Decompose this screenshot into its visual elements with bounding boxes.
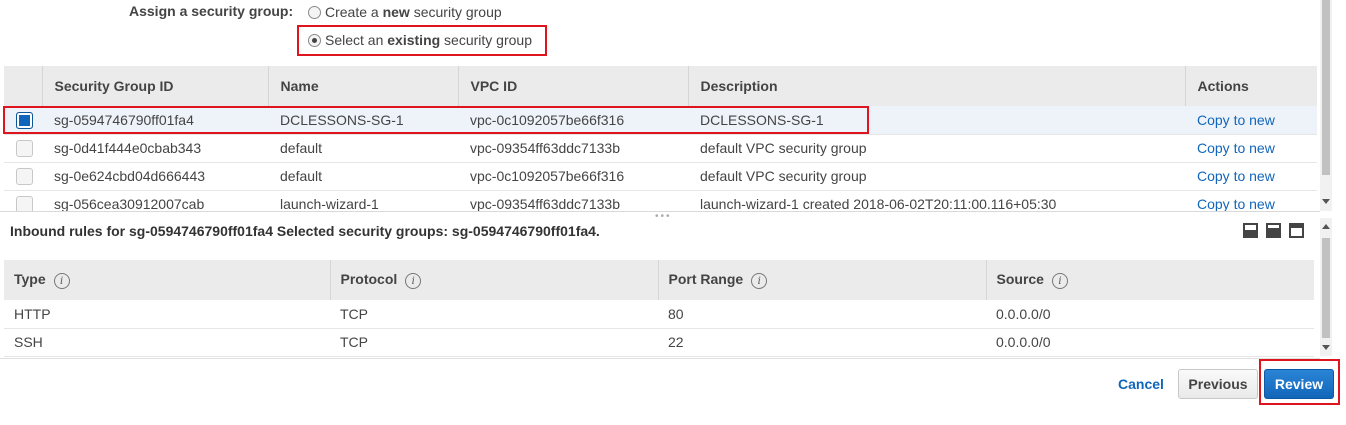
scroll-down-arrow-icon[interactable] — [1322, 199, 1330, 204]
row-checkbox[interactable] — [16, 139, 33, 157]
assign-security-group-label: Assign a security group: — [129, 3, 294, 19]
radio-select-existing-security-group[interactable]: Select an existing security group — [308, 32, 532, 48]
scroll-up-arrow-icon[interactable] — [1322, 224, 1330, 229]
panel-maximize-icon[interactable] — [1289, 223, 1304, 238]
table-row[interactable]: sg-0e624cbd04d666443 default vpc-0c10920… — [4, 162, 1317, 191]
column-header-description[interactable]: Description — [688, 66, 1186, 106]
radio-label-post: security group — [409, 4, 502, 20]
security-group-id-cell: sg-0d41f444e0cbab343 — [42, 134, 268, 163]
source-cell: 0.0.0.0/0 — [986, 300, 1314, 329]
source-cell: 0.0.0.0/0 — [986, 328, 1314, 357]
inbound-rules-table: Type i Protocol i Port Range i Source i HTTP… — [4, 260, 1314, 357]
review-button[interactable]: Review — [1264, 369, 1334, 399]
radio-label-bold: existing — [387, 32, 441, 48]
cancel-link[interactable]: Cancel — [1118, 376, 1164, 392]
column-header-name[interactable]: Name — [268, 66, 459, 106]
info-icon[interactable]: i — [405, 273, 422, 290]
table-row[interactable]: sg-056cea30912007cab launch-wizard-1 vpc… — [4, 190, 1317, 211]
scroll-down-arrow-icon[interactable] — [1322, 345, 1330, 350]
radio-label: Select an existing security group — [325, 32, 532, 48]
column-header-port-range: Port Range i — [658, 260, 987, 300]
radio-create-new-security-group[interactable]: Create a new security group — [308, 4, 502, 20]
column-header-label: Protocol — [340, 270, 398, 287]
column-header-protocol: Protocol i — [330, 260, 659, 300]
row-checkbox[interactable] — [16, 195, 33, 211]
type-cell: SSH — [4, 328, 330, 357]
resize-handle-icon[interactable]: ••• — [655, 211, 672, 222]
selected-row-highlight — [3, 106, 869, 134]
radio-button-selected[interactable] — [308, 33, 321, 47]
column-header-security-group-id[interactable]: Security Group ID — [42, 66, 269, 106]
vpc-id-cell: vpc-0c1092057be66f316 — [458, 162, 688, 191]
name-cell: launch-wizard-1 — [268, 190, 458, 211]
column-header-vpc-id[interactable]: VPC ID — [458, 66, 689, 106]
description-cell: launch-wizard-1 created 2018-06-02T20:11… — [688, 190, 1185, 211]
previous-button[interactable]: Previous — [1178, 369, 1258, 399]
copy-to-new-link[interactable]: Copy to new — [1197, 196, 1275, 211]
security-group-id-cell: sg-056cea30912007cab — [42, 190, 268, 211]
radio-label-pre: Create a — [325, 4, 383, 20]
type-cell: HTTP — [4, 300, 330, 329]
port-range-cell: 80 — [658, 300, 986, 329]
table-row: SSH TCP 22 0.0.0.0/0 — [4, 328, 1314, 357]
protocol-cell: TCP — [330, 328, 658, 357]
radio-label-pre: Select an — [325, 32, 388, 48]
name-cell: default — [268, 162, 458, 191]
scrollbar-thumb[interactable] — [1322, 238, 1330, 338]
column-header-source: Source i — [986, 260, 1314, 300]
copy-to-new-link[interactable]: Copy to new — [1197, 140, 1275, 156]
radio-label-post: security group — [440, 32, 532, 48]
info-icon[interactable]: i — [751, 273, 768, 290]
copy-to-new-link[interactable]: Copy to new — [1197, 168, 1275, 184]
inbound-rules-title: Inbound rules for sg-0594746790ff01fa4 S… — [10, 223, 600, 239]
scrollbar-thumb[interactable] — [1322, 0, 1330, 175]
security-group-table: Security Group ID Name VPC ID Descriptio… — [4, 66, 1317, 211]
table-header-row: Type i Protocol i Port Range i Source i — [4, 260, 1314, 300]
column-header-type: Type i — [4, 260, 331, 300]
panel-size-controls — [1243, 223, 1304, 238]
port-range-cell: 22 — [658, 328, 986, 357]
description-cell: default VPC security group — [688, 134, 1185, 163]
column-header-label: Type — [14, 270, 46, 287]
vpc-id-cell: vpc-09354ff63ddc7133b — [458, 190, 688, 211]
table-row[interactable]: sg-0d41f444e0cbab343 default vpc-09354ff… — [4, 134, 1317, 163]
info-icon[interactable]: i — [53, 273, 70, 290]
row-checkbox[interactable] — [16, 167, 33, 185]
table-row: HTTP TCP 80 0.0.0.0/0 — [4, 300, 1314, 329]
security-group-table-scrollbar[interactable] — [1320, 0, 1332, 211]
radio-label-bold: new — [382, 4, 410, 20]
security-group-id-cell: sg-0e624cbd04d666443 — [42, 162, 268, 191]
panel-medium-icon[interactable] — [1266, 223, 1281, 238]
radio-button[interactable] — [308, 5, 321, 19]
column-header-label: Port Range — [668, 270, 744, 287]
name-cell: default — [268, 134, 458, 163]
footer-divider — [0, 358, 1320, 359]
info-icon[interactable]: i — [1051, 273, 1068, 290]
radio-label: Create a new security group — [325, 4, 502, 20]
column-header-select — [4, 66, 43, 106]
copy-to-new-link[interactable]: Copy to new — [1197, 112, 1275, 128]
description-cell: default VPC security group — [688, 162, 1185, 191]
panel-small-icon[interactable] — [1243, 223, 1258, 238]
protocol-cell: TCP — [330, 300, 658, 329]
column-header-label: Source — [996, 270, 1044, 287]
vpc-id-cell: vpc-09354ff63ddc7133b — [458, 134, 688, 163]
inbound-rules-scrollbar[interactable] — [1320, 218, 1332, 356]
column-header-actions: Actions — [1185, 66, 1317, 106]
table-header-row: Security Group ID Name VPC ID Descriptio… — [4, 66, 1317, 106]
